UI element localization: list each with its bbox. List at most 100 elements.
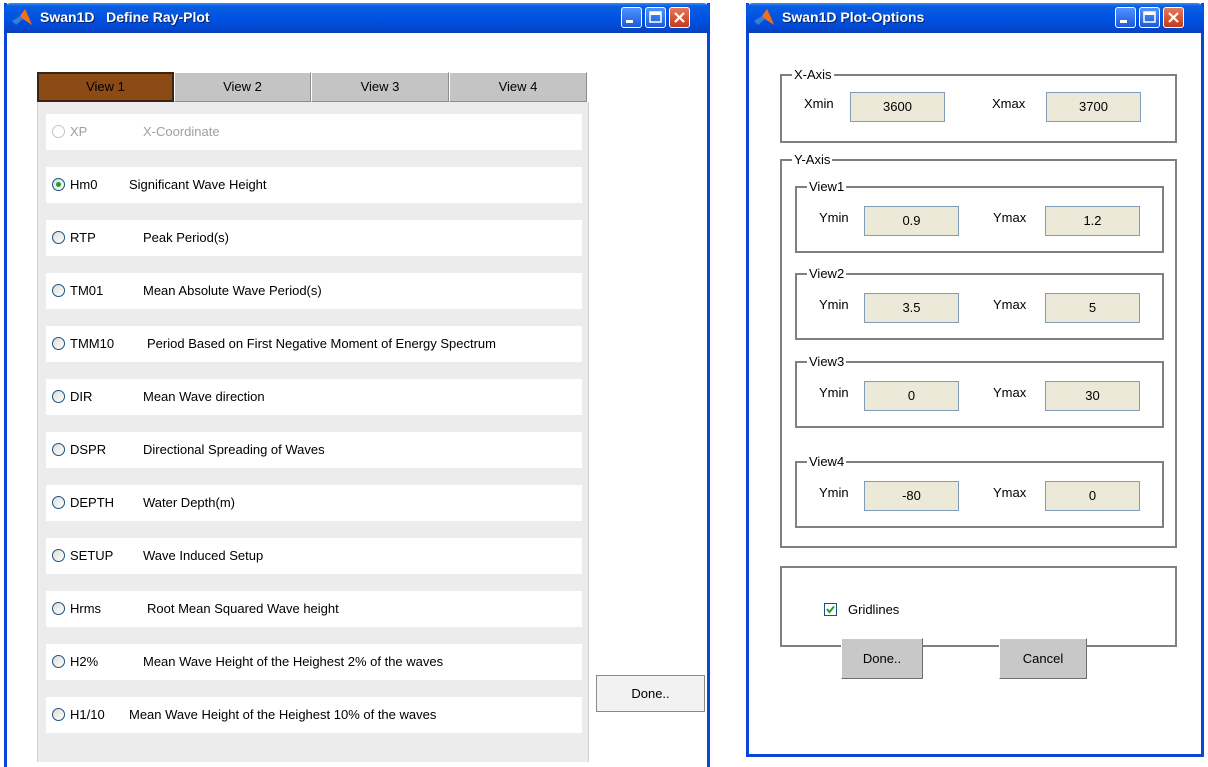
view4-ymax-field[interactable]: 0	[1045, 481, 1140, 511]
variable-description: Mean Absolute Wave Period(s)	[143, 283, 322, 298]
tab-view-1[interactable]: View 1	[37, 72, 174, 102]
row-rtp: RTP Peak Period(s)	[46, 220, 582, 256]
radio-icon[interactable]	[52, 125, 65, 138]
cancel-button[interactable]: Cancel	[999, 638, 1087, 679]
radio-icon[interactable]	[52, 549, 65, 562]
variable-description: Water Depth(m)	[143, 495, 235, 510]
tab-view-4[interactable]: View 4	[449, 72, 587, 102]
gridlines-label: Gridlines	[848, 602, 900, 617]
minimize-icon	[626, 20, 633, 23]
xmax-field[interactable]: 3700	[1046, 92, 1141, 122]
row-tm01: TM01 Mean Absolute Wave Period(s)	[46, 273, 582, 309]
radio-icon[interactable]	[52, 337, 65, 350]
variable-list-panel: XP X-Coordinate Hm0 Significant Wave Hei…	[37, 102, 589, 762]
view4-ymin-field[interactable]: -80	[864, 481, 959, 511]
view2-ymax-field[interactable]: 5	[1045, 293, 1140, 323]
done-button[interactable]: Done..	[841, 638, 923, 679]
maximize-button[interactable]	[645, 7, 666, 28]
group-title: View2	[807, 266, 847, 281]
variable-description: Wave Induced Setup	[143, 548, 264, 563]
variable-description: X-Coordinate	[143, 124, 220, 139]
variable-code: SETUP	[70, 548, 114, 563]
close-button[interactable]	[1163, 7, 1184, 28]
variable-code: RTP	[70, 230, 96, 245]
variable-code: TMM10	[70, 336, 115, 351]
gridlines-checkbox[interactable]	[824, 603, 837, 616]
row-xp: XP X-Coordinate	[46, 114, 582, 150]
ymax-label: Ymax	[993, 385, 1027, 400]
ymax-label: Ymax	[993, 297, 1027, 312]
maximize-icon	[1143, 11, 1156, 23]
variable-description: Directional Spreading of Waves	[143, 442, 325, 457]
view-tabs: View 1 View 2 View 3 View 4	[37, 72, 587, 102]
maximize-button[interactable]	[1139, 7, 1160, 28]
radio-icon[interactable]	[52, 602, 65, 615]
variable-description: Mean Wave direction	[143, 389, 265, 404]
close-icon	[1168, 12, 1179, 23]
view1-ymin-field[interactable]: 0.9	[864, 206, 959, 236]
view1-ymax-field[interactable]: 1.2	[1045, 206, 1140, 236]
window-title: Swan1D Define Ray-Plot	[40, 9, 210, 25]
variable-code: DSPR	[70, 442, 107, 457]
ymin-label: Ymin	[819, 385, 849, 400]
row-dir: DIR Mean Wave direction	[46, 379, 582, 415]
radio-icon[interactable]	[52, 178, 65, 191]
ymin-label: Ymin	[819, 210, 849, 225]
variable-description: Significant Wave Height	[129, 177, 267, 192]
gridlines-group: Gridlines	[780, 566, 1177, 647]
define-ray-plot-window: Swan1D Define Ray-Plot View 1 View 2 Vie…	[4, 3, 710, 767]
variable-description: Peak Period(s)	[143, 230, 229, 245]
plot-options-window: Swan1D Plot-Options X-Axis Xmin 3600 Xma…	[746, 3, 1204, 757]
window-title: Swan1D Plot-Options	[782, 9, 925, 25]
done-button[interactable]: Done..	[596, 675, 705, 712]
radio-icon[interactable]	[52, 708, 65, 721]
matlab-logo-icon	[754, 9, 774, 25]
group-title: View4	[807, 454, 847, 469]
title-bar[interactable]: Swan1D Define Ray-Plot	[4, 3, 710, 33]
close-icon	[674, 12, 685, 23]
x-axis-group: X-Axis Xmin 3600 Xmax 3700	[780, 67, 1177, 143]
radio-icon[interactable]	[52, 390, 65, 403]
row-depth: DEPTH Water Depth(m)	[46, 485, 582, 521]
group-title: View3	[807, 354, 847, 369]
view3-ymin-field[interactable]: 0	[864, 381, 959, 411]
ymin-label: Ymin	[819, 297, 849, 312]
title-bar[interactable]: Swan1D Plot-Options	[746, 3, 1204, 33]
radio-icon[interactable]	[52, 496, 65, 509]
maximize-icon	[649, 11, 662, 23]
row-h110: H1/10 Mean Wave Height of the Heighest 1…	[46, 697, 582, 733]
minimize-button[interactable]	[621, 7, 642, 28]
view3-ymax-field[interactable]: 30	[1045, 381, 1140, 411]
variable-description: Period Based on First Negative Moment of…	[147, 336, 496, 351]
tab-view-2[interactable]: View 2	[174, 72, 311, 102]
radio-icon[interactable]	[52, 443, 65, 456]
view4-group: View4 Ymin -80 Ymax 0	[795, 454, 1164, 528]
variable-code: Hrms	[70, 601, 102, 616]
variable-code: Hm0	[70, 177, 98, 192]
variable-description: Mean Wave Height of the Heighest 10% of …	[129, 707, 437, 722]
radio-icon[interactable]	[52, 231, 65, 244]
row-h2pct: H2% Mean Wave Height of the Heighest 2% …	[46, 644, 582, 680]
row-hrms: Hrms Root Mean Squared Wave height	[46, 591, 582, 627]
view2-group: View2 Ymin 3.5 Ymax 5	[795, 266, 1164, 340]
minimize-icon	[1120, 20, 1127, 23]
radio-icon[interactable]	[52, 655, 65, 668]
variable-code: H1/10	[70, 707, 105, 722]
row-tmm10: TMM10 Period Based on First Negative Mom…	[46, 326, 582, 362]
minimize-button[interactable]	[1115, 7, 1136, 28]
ymin-label: Ymin	[819, 485, 849, 500]
ymax-label: Ymax	[993, 210, 1027, 225]
view2-ymin-field[interactable]: 3.5	[864, 293, 959, 323]
variable-code: DIR	[70, 389, 93, 404]
xmin-field[interactable]: 3600	[850, 92, 945, 122]
variable-description: Root Mean Squared Wave height	[147, 601, 339, 616]
radio-icon[interactable]	[52, 284, 65, 297]
xmin-label: Xmin	[804, 96, 834, 111]
ymax-label: Ymax	[993, 485, 1027, 500]
variable-code: H2%	[70, 654, 99, 669]
y-axis-group: Y-Axis View1 Ymin 0.9 Ymax 1.2 View2 Ymi…	[780, 152, 1177, 548]
row-hm0: Hm0 Significant Wave Height	[46, 167, 582, 203]
variable-code: XP	[70, 124, 88, 139]
close-button[interactable]	[669, 7, 690, 28]
tab-view-3[interactable]: View 3	[311, 72, 449, 102]
